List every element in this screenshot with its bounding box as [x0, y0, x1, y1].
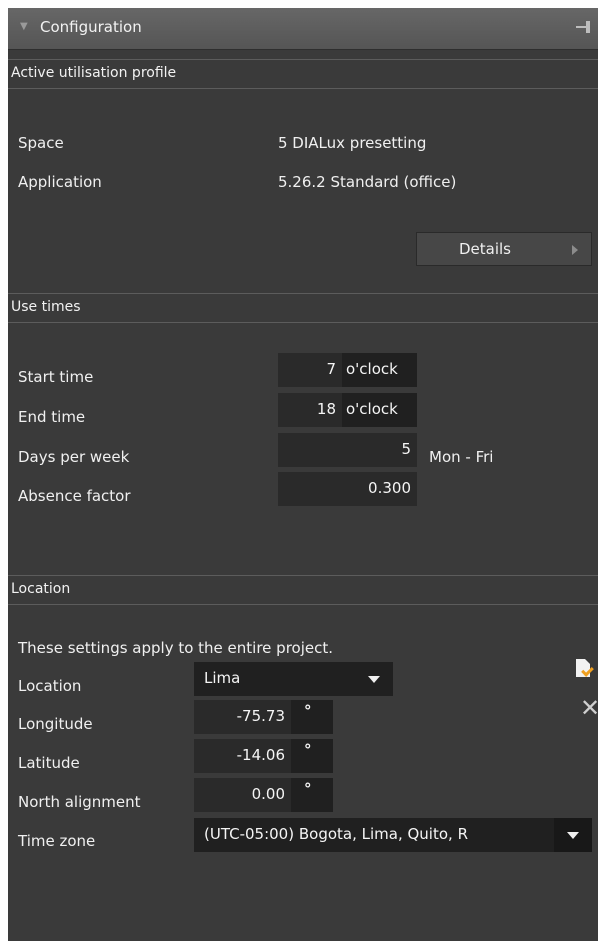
absence-factor-input[interactable]: 0.300: [278, 472, 417, 506]
end-time-value: 18: [316, 400, 336, 418]
location-label: Location: [18, 677, 82, 695]
location-select[interactable]: Lima: [194, 662, 393, 696]
start-time-unit: o'clock: [342, 353, 417, 387]
time-zone-select[interactable]: (UTC-05:00) Bogota, Lima, Quito, R: [194, 818, 592, 852]
section-active-utilisation-profile: Active utilisation profile: [8, 59, 598, 89]
configuration-panel: ▼ Configuration Active utilisation profi…: [8, 8, 598, 941]
section-title: Location: [11, 581, 71, 597]
section-use-times: Use times: [8, 293, 598, 323]
time-zone-label: Time zone: [18, 832, 96, 850]
section-title: Active utilisation profile: [11, 65, 177, 81]
start-time-value: 7: [326, 360, 336, 378]
latitude-unit: °: [291, 739, 333, 773]
end-time-input[interactable]: 18: [278, 393, 342, 427]
chevron-right-icon: [572, 245, 578, 255]
pin-icon[interactable]: [576, 20, 594, 34]
longitude-unit: °: [291, 700, 333, 734]
longitude-input[interactable]: -75.73: [194, 700, 291, 734]
end-time-unit: o'clock: [342, 393, 417, 427]
absence-factor-value: 0.300: [368, 479, 411, 497]
latitude-label: Latitude: [18, 754, 80, 772]
chevron-down-icon[interactable]: [355, 662, 393, 696]
section-title: Use times: [11, 299, 81, 315]
absence-factor-label: Absence factor: [18, 487, 131, 505]
collapse-chevron-icon[interactable]: ▼: [20, 21, 28, 32]
latitude-value: -14.06: [236, 746, 285, 764]
location-select-value: Lima: [204, 669, 241, 687]
north-alignment-input[interactable]: 0.00: [194, 778, 291, 812]
application-label: Application: [18, 173, 102, 191]
panel-title: Configuration: [40, 18, 142, 36]
section-location: Location: [8, 575, 598, 605]
north-alignment-label: North alignment: [18, 793, 141, 811]
panel-titlebar[interactable]: ▼ Configuration: [8, 8, 598, 50]
longitude-value: -75.73: [236, 707, 285, 725]
edit-document-icon[interactable]: [576, 659, 594, 679]
north-alignment-value: 0.00: [251, 785, 285, 803]
application-value: 5.26.2 Standard (office): [278, 173, 457, 191]
longitude-label: Longitude: [18, 715, 93, 733]
start-time-input[interactable]: 7: [278, 353, 342, 387]
space-label: Space: [18, 134, 64, 152]
north-alignment-unit: °: [291, 778, 333, 812]
space-value: 5 DIALux presetting: [278, 134, 427, 152]
start-time-label: Start time: [18, 368, 94, 386]
details-button-label: Details: [459, 240, 512, 258]
days-per-week-note: Mon - Fri: [429, 448, 494, 466]
time-zone-select-value: (UTC-05:00) Bogota, Lima, Quito, R: [204, 825, 468, 843]
days-per-week-input[interactable]: 5: [278, 433, 417, 467]
days-per-week-label: Days per week: [18, 448, 130, 466]
delete-x-icon[interactable]: ✕: [580, 694, 598, 722]
details-button[interactable]: Details: [416, 232, 592, 266]
latitude-input[interactable]: -14.06: [194, 739, 291, 773]
location-note: These settings apply to the entire proje…: [18, 639, 333, 657]
days-per-week-value: 5: [401, 440, 411, 458]
chevron-down-icon[interactable]: [554, 818, 592, 852]
end-time-label: End time: [18, 408, 86, 426]
